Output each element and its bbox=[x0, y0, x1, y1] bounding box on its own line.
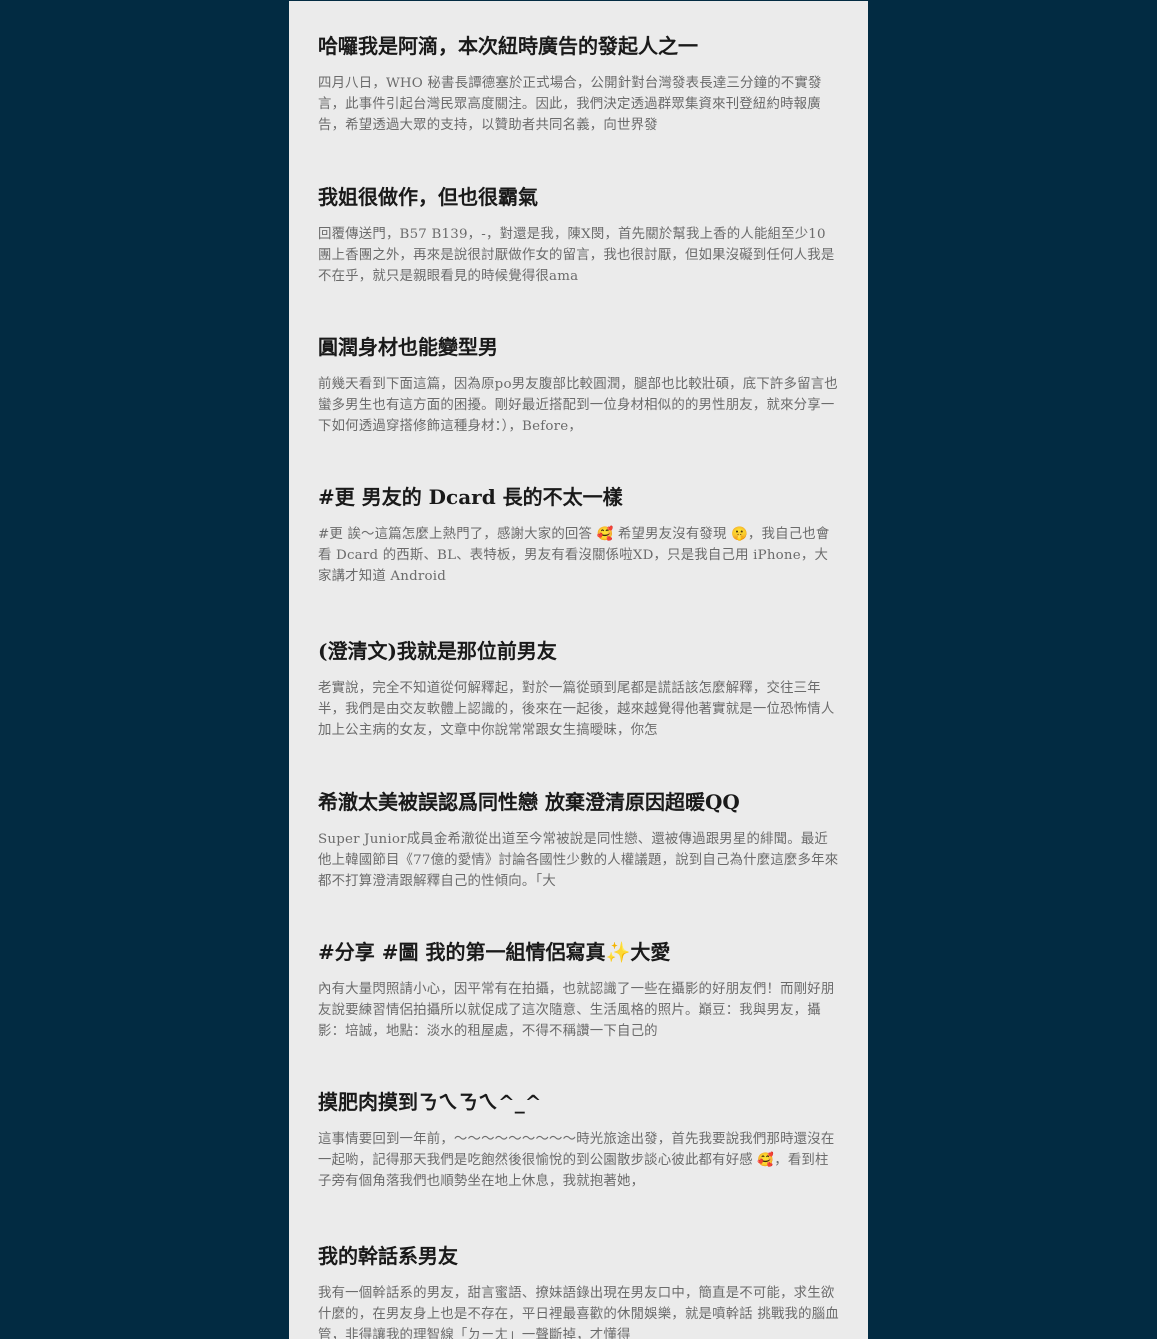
post-title[interactable]: 圓潤身材也能變型男 bbox=[318, 333, 839, 361]
post-item[interactable]: 我的幹話系男友 我有一個幹話系的男友，甜言蜜語、撩妹語錄出現在男友口中，簡直是不… bbox=[318, 1242, 839, 1339]
post-title[interactable]: 摸肥肉摸到ㄋㄟㄋㄟ^_^ bbox=[318, 1088, 839, 1116]
post-title[interactable]: #更 男友的 Dcard 長的不太一樣 bbox=[318, 483, 839, 511]
post-excerpt: 我有一個幹話系的男友，甜言蜜語、撩妹語錄出現在男友口中，簡直是不可能，求生欲什麼… bbox=[318, 1286, 839, 1339]
post-item[interactable]: 希澈太美被誤認爲同性戀 放棄澄清原因超暖QQ Super Junior成員金希澈… bbox=[318, 788, 839, 892]
post-excerpt: Super Junior成員金希澈從出道至今常被說是同性戀、還被傳過跟男星的緋聞… bbox=[318, 832, 839, 889]
post-title[interactable]: #分享 #圖 我的第一組情侶寫真✨大愛 bbox=[318, 938, 839, 966]
post-excerpt: 四月八日，WHO 秘書長譚德塞於正式場合，公開針對台灣發表長達三分鐘的不實發言，… bbox=[318, 76, 822, 133]
post-excerpt: 這事情要回到一年前，～～～～～～～～～時光旅途出發，首先我要說我們那時還沒在一起… bbox=[318, 1132, 835, 1189]
post-item[interactable]: #分享 #圖 我的第一組情侶寫真✨大愛 內有大量閃照請小心，因平常有在拍攝，也就… bbox=[318, 938, 839, 1042]
post-list-column: 哈囉我是阿滴，本次紐時廣告的發起人之一 四月八日，WHO 秘書長譚德塞於正式場合… bbox=[289, 1, 868, 1339]
post-title[interactable]: 我姐很做作，但也很霸氣 bbox=[318, 183, 839, 211]
post-item[interactable]: #更 男友的 Dcard 長的不太一樣 #更 誒～這篇怎麼上熱門了，感謝大家的回… bbox=[318, 483, 839, 587]
post-item[interactable]: (澄清文)我就是那位前男友 老實說，完全不知道從何解釋起，對於一篇從頭到尾都是謊… bbox=[318, 637, 839, 741]
post-excerpt: 內有大量閃照請小心，因平常有在拍攝，也就認識了一些在攝影的好朋友們！而剛好朋友說… bbox=[318, 982, 835, 1039]
post-excerpt: 前幾天看到下面這篇，因為原po男友腹部比較圓潤，腿部也比較壯碩，底下許多留言也蠻… bbox=[318, 377, 838, 434]
post-item[interactable]: 圓潤身材也能變型男 前幾天看到下面這篇，因為原po男友腹部比較圓潤，腿部也比較壯… bbox=[318, 333, 839, 437]
post-item[interactable]: 摸肥肉摸到ㄋㄟㄋㄟ^_^ 這事情要回到一年前，～～～～～～～～～時光旅途出發，首… bbox=[318, 1088, 839, 1192]
post-title[interactable]: 我的幹話系男友 bbox=[318, 1242, 839, 1270]
post-excerpt: #更 誒～這篇怎麼上熱門了，感謝大家的回答 🥰 希望男友沒有發現 🤫，我自己也會… bbox=[318, 527, 830, 584]
post-item[interactable]: 哈囉我是阿滴，本次紐時廣告的發起人之一 四月八日，WHO 秘書長譚德塞於正式場合… bbox=[318, 32, 839, 136]
post-title[interactable]: 希澈太美被誤認爲同性戀 放棄澄清原因超暖QQ bbox=[318, 788, 839, 816]
post-excerpt: 老實說，完全不知道從何解釋起，對於一篇從頭到尾都是謊話該怎麼解釋，交往三年半，我… bbox=[318, 681, 835, 738]
page-background: 哈囉我是阿滴，本次紐時廣告的發起人之一 四月八日，WHO 秘書長譚德塞於正式場合… bbox=[0, 0, 1157, 1339]
post-title[interactable]: (澄清文)我就是那位前男友 bbox=[318, 637, 839, 665]
post-excerpt: 回覆傳送門，B57 B139，-，對還是我，陳X閔，首先關於幫我上香的人能組至少… bbox=[318, 227, 835, 284]
post-title[interactable]: 哈囉我是阿滴，本次紐時廣告的發起人之一 bbox=[318, 32, 839, 60]
post-item[interactable]: 我姐很做作，但也很霸氣 回覆傳送門，B57 B139，-，對還是我，陳X閔，首先… bbox=[318, 183, 839, 287]
